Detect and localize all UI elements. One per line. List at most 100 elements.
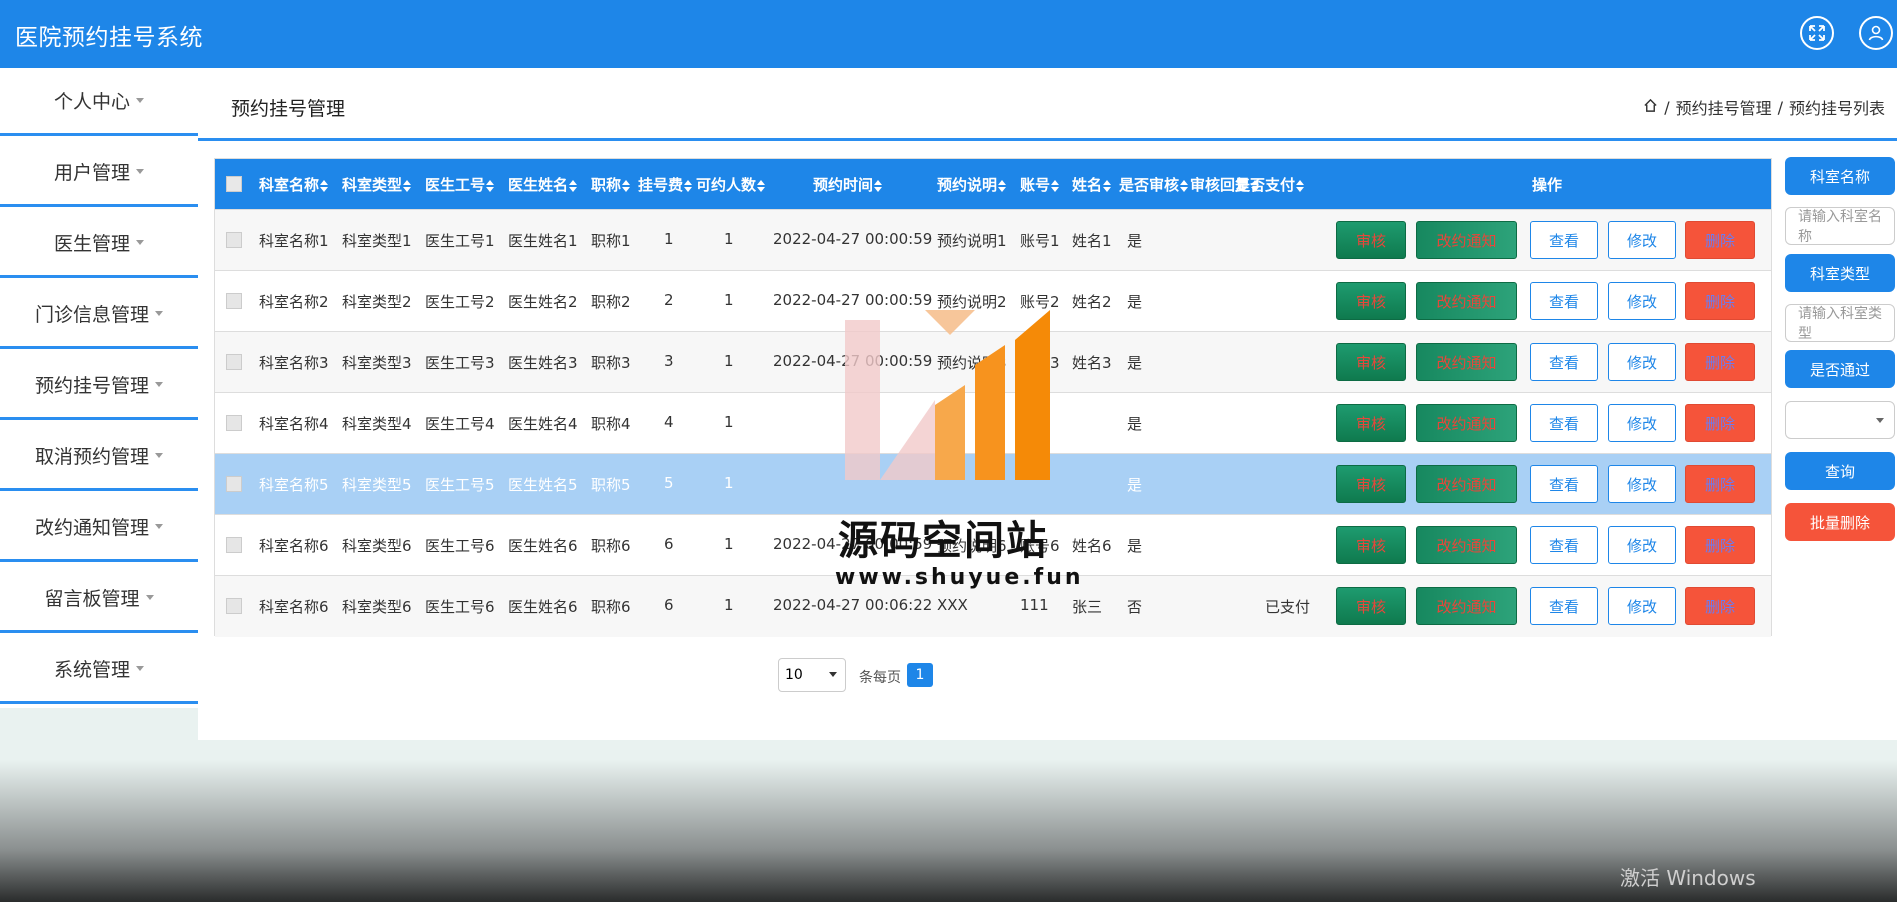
breadcrumb-separator: / bbox=[1777, 97, 1783, 117]
page-button-current[interactable]: 1 bbox=[907, 663, 933, 687]
edit-button[interactable]: 修改 bbox=[1608, 587, 1676, 625]
column-header-account[interactable]: 账号 bbox=[1020, 174, 1060, 195]
fullscreen-icon[interactable] bbox=[1800, 16, 1834, 50]
sidebar-item-cancel-appointment[interactable]: 取消预约管理 bbox=[0, 423, 198, 491]
sidebar-item-label: 改约通知管理 bbox=[34, 517, 149, 539]
view-button[interactable]: 查看 bbox=[1530, 526, 1598, 564]
row-checkbox[interactable] bbox=[226, 293, 242, 309]
reschedule-notice-button[interactable]: 改约通知 bbox=[1416, 282, 1517, 320]
delete-button[interactable]: 删除 bbox=[1685, 282, 1755, 320]
home-icon[interactable] bbox=[1643, 98, 1658, 117]
row-checkbox[interactable] bbox=[226, 537, 242, 553]
delete-button[interactable]: 删除 bbox=[1685, 526, 1755, 564]
cell-title: 职称6 bbox=[591, 598, 631, 616]
audit-button[interactable]: 审核 bbox=[1336, 587, 1406, 625]
sidebar-item-reschedule-notice[interactable]: 改约通知管理 bbox=[0, 494, 198, 562]
cell-audited: 是 bbox=[1127, 476, 1143, 494]
cell-type: 科室类型1 bbox=[342, 232, 412, 250]
table-row[interactable]: 科室名称1 科室类型1 医生工号1 医生姓名1 职称1 1 1 2022-04-27 00:0… bbox=[215, 209, 1771, 271]
reschedule-notice-button[interactable]: 改约通知 bbox=[1416, 465, 1517, 503]
row-checkbox[interactable] bbox=[226, 415, 242, 431]
sidebar-item-personal-center[interactable]: 个人中心 bbox=[0, 68, 198, 136]
cell-doc_id: 医生工号4 bbox=[425, 415, 495, 433]
edit-button[interactable]: 修改 bbox=[1608, 465, 1676, 503]
audit-button[interactable]: 审核 bbox=[1336, 221, 1406, 259]
cell-dept: 科室名称1 bbox=[259, 232, 329, 250]
reschedule-notice-button[interactable]: 改约通知 bbox=[1416, 343, 1517, 381]
audit-button[interactable]: 审核 bbox=[1336, 343, 1406, 381]
column-header-paid[interactable]: 是否支付 bbox=[1235, 174, 1305, 195]
audit-button[interactable]: 审核 bbox=[1336, 404, 1406, 442]
cell-doc_id: 医生工号2 bbox=[425, 293, 495, 311]
reschedule-notice-button[interactable]: 改约通知 bbox=[1416, 526, 1517, 564]
view-button[interactable]: 查看 bbox=[1530, 343, 1598, 381]
sidebar-item-user-management[interactable]: 用户管理 bbox=[0, 139, 198, 207]
delete-button[interactable]: 删除 bbox=[1685, 404, 1755, 442]
sidebar-item-message-board[interactable]: 留言板管理 bbox=[0, 565, 198, 633]
delete-button[interactable]: 删除 bbox=[1685, 465, 1755, 503]
cell-doc_id: 医生工号1 bbox=[425, 232, 495, 250]
sort-icon bbox=[569, 179, 578, 192]
row-checkbox[interactable] bbox=[226, 476, 242, 492]
table-row[interactable]: 科室名称2 科室类型2 医生工号2 医生姓名2 职称2 2 1 2022-04-27 00:0… bbox=[215, 270, 1771, 332]
view-button[interactable]: 查看 bbox=[1530, 282, 1598, 320]
audit-button[interactable]: 审核 bbox=[1336, 465, 1406, 503]
user-icon[interactable] bbox=[1859, 16, 1893, 50]
row-checkbox[interactable] bbox=[226, 354, 242, 370]
sidebar-item-doctor-management[interactable]: 医生管理 bbox=[0, 210, 198, 278]
column-header-time[interactable]: 预约时间 bbox=[813, 174, 883, 195]
column-header-audited[interactable]: 是否审核 bbox=[1119, 174, 1189, 195]
placeholder-text: 请输入科室类型 bbox=[1798, 306, 1882, 342]
column-header-slots[interactable]: 可约人数 bbox=[696, 174, 766, 195]
view-button[interactable]: 查看 bbox=[1530, 587, 1598, 625]
reschedule-notice-button[interactable]: 改约通知 bbox=[1416, 587, 1517, 625]
row-checkbox[interactable] bbox=[226, 232, 242, 248]
sidebar-item-appointment[interactable]: 预约挂号管理 bbox=[0, 352, 198, 420]
sidebar-item-system[interactable]: 系统管理 bbox=[0, 636, 198, 704]
view-button[interactable]: 查看 bbox=[1530, 404, 1598, 442]
cell-doc_id: 医生工号6 bbox=[425, 537, 495, 555]
table-row[interactable]: 科室名称4 科室类型4 医生工号4 医生姓名4 职称4 4 1 是 审核 改约通知 查看 修改 删除 bbox=[215, 392, 1771, 454]
chevron-down-icon bbox=[155, 453, 163, 458]
select-all-checkbox[interactable] bbox=[226, 176, 242, 192]
cell-dept: 科室名称6 bbox=[259, 598, 329, 616]
column-header-fee[interactable]: 挂号费 bbox=[638, 174, 693, 195]
cell-title: 职称3 bbox=[591, 354, 631, 372]
column-header-note[interactable]: 预约说明 bbox=[937, 174, 1007, 195]
edit-button[interactable]: 修改 bbox=[1608, 282, 1676, 320]
page-size-select[interactable]: 10 bbox=[778, 658, 846, 692]
batch-delete-button[interactable]: 批量删除 bbox=[1785, 503, 1895, 541]
query-button[interactable]: 查询 bbox=[1785, 452, 1895, 490]
column-header-doctor-id[interactable]: 医生工号 bbox=[425, 174, 495, 195]
view-button[interactable]: 查看 bbox=[1530, 465, 1598, 503]
table-row[interactable]: 科室名称5 科室类型5 医生工号5 医生姓名5 职称5 5 1 是 审核 改约通知 查看 修改 删除 bbox=[215, 453, 1771, 515]
cell-audited: 否 bbox=[1127, 598, 1143, 616]
edit-button[interactable]: 修改 bbox=[1608, 343, 1676, 381]
column-header-dept[interactable]: 科室名称 bbox=[259, 174, 329, 195]
audit-button[interactable]: 审核 bbox=[1336, 282, 1406, 320]
column-header-type[interactable]: 科室类型 bbox=[342, 174, 412, 195]
delete-button[interactable]: 删除 bbox=[1685, 587, 1755, 625]
breadcrumb-item[interactable]: 预约挂号管理 bbox=[1676, 95, 1772, 119]
dept-name-input[interactable]: 请输入科室名称 bbox=[1785, 207, 1895, 245]
view-button[interactable]: 查看 bbox=[1530, 221, 1598, 259]
row-checkbox[interactable] bbox=[226, 598, 242, 614]
table-row[interactable]: 科室名称3 科室类型3 医生工号3 医生姓名3 职称3 3 1 2022-04-27 00:0… bbox=[215, 331, 1771, 393]
cell-doc_name: 医生姓名4 bbox=[508, 415, 578, 433]
column-header-doctor-name[interactable]: 医生姓名 bbox=[508, 174, 578, 195]
sidebar-item-clinic-info[interactable]: 门诊信息管理 bbox=[0, 281, 198, 349]
cell-type: 科室类型2 bbox=[342, 293, 412, 311]
edit-button[interactable]: 修改 bbox=[1608, 526, 1676, 564]
audit-button[interactable]: 审核 bbox=[1336, 526, 1406, 564]
column-header-title[interactable]: 职称 bbox=[591, 174, 631, 195]
reschedule-notice-button[interactable]: 改约通知 bbox=[1416, 404, 1517, 442]
reschedule-notice-button[interactable]: 改约通知 bbox=[1416, 221, 1517, 259]
edit-button[interactable]: 修改 bbox=[1608, 404, 1676, 442]
edit-button[interactable]: 修改 bbox=[1608, 221, 1676, 259]
column-header-name[interactable]: 姓名 bbox=[1072, 174, 1112, 195]
dept-type-input[interactable]: 请输入科室类型 bbox=[1785, 304, 1895, 342]
delete-button[interactable]: 删除 bbox=[1685, 343, 1755, 381]
pass-status-select[interactable] bbox=[1785, 401, 1895, 439]
sort-icon bbox=[874, 179, 883, 192]
delete-button[interactable]: 删除 bbox=[1685, 221, 1755, 259]
